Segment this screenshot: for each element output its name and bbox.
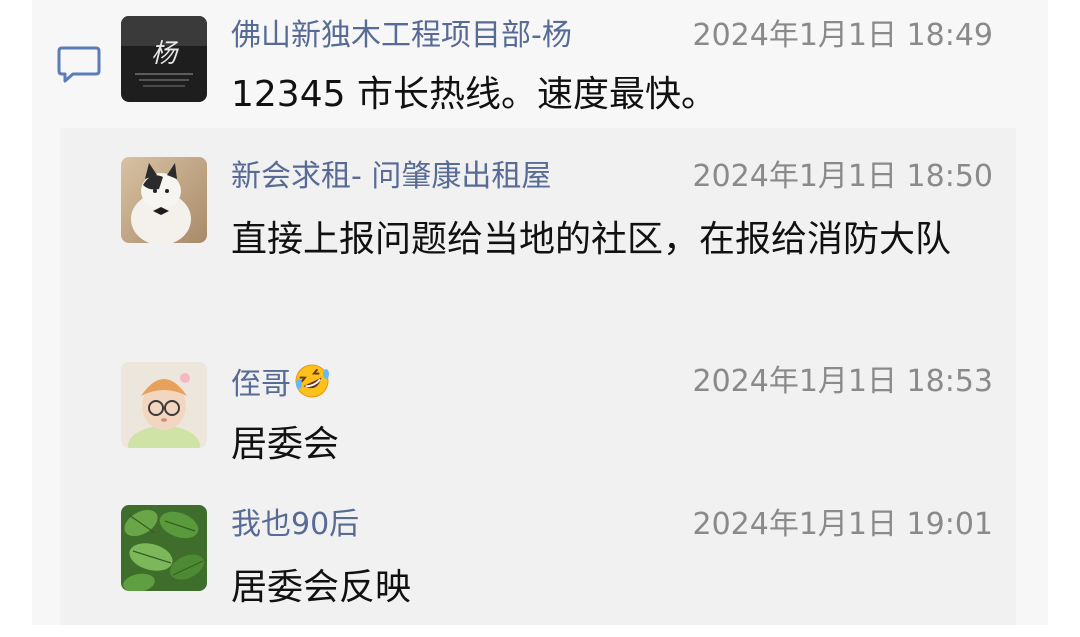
comment-text: 12345 市长热线。速度最快。 — [231, 74, 717, 115]
avatar-logo-text: 杨 — [151, 39, 179, 69]
commenter-name[interactable]: 侄哥 — [231, 362, 331, 405]
comment-text: 直接上报问题给当地的社区，在报给消防大队 — [231, 219, 952, 260]
commenter-name[interactable]: 我也90后 — [231, 505, 359, 545]
child-avatar — [121, 362, 207, 448]
comment-thread-page: 杨 佛山新独木工程项目部-杨 2024年1月1日 18:49 12345 市长热… — [0, 0, 1080, 637]
yang-logo-avatar: 杨 — [121, 16, 207, 102]
avatar[interactable]: 杨 — [121, 16, 207, 102]
avatar[interactable] — [121, 157, 207, 243]
green-leaves-avatar — [121, 505, 207, 591]
comment-time: 2024年1月1日 18:50 — [692, 159, 993, 194]
commenter-name[interactable]: 新会求租- 问肇康出租屋 — [231, 157, 551, 197]
cat-avatar — [121, 157, 207, 243]
comment-text: 居委会反映 — [231, 567, 412, 608]
avatar[interactable] — [121, 505, 207, 591]
comment-time: 2024年1月1日 18:49 — [692, 18, 993, 53]
comment-icon — [57, 46, 101, 83]
commenter-name-text: 侄哥 — [231, 367, 291, 402]
comment-text: 居委会 — [231, 424, 340, 465]
comment-time: 2024年1月1日 19:01 — [692, 507, 993, 542]
commenter-name[interactable]: 佛山新独木工程项目部-杨 — [231, 16, 572, 56]
rolling-laughing-emoji-icon — [295, 364, 329, 398]
avatar[interactable] — [121, 362, 207, 448]
comment-time: 2024年1月1日 18:53 — [692, 364, 993, 399]
